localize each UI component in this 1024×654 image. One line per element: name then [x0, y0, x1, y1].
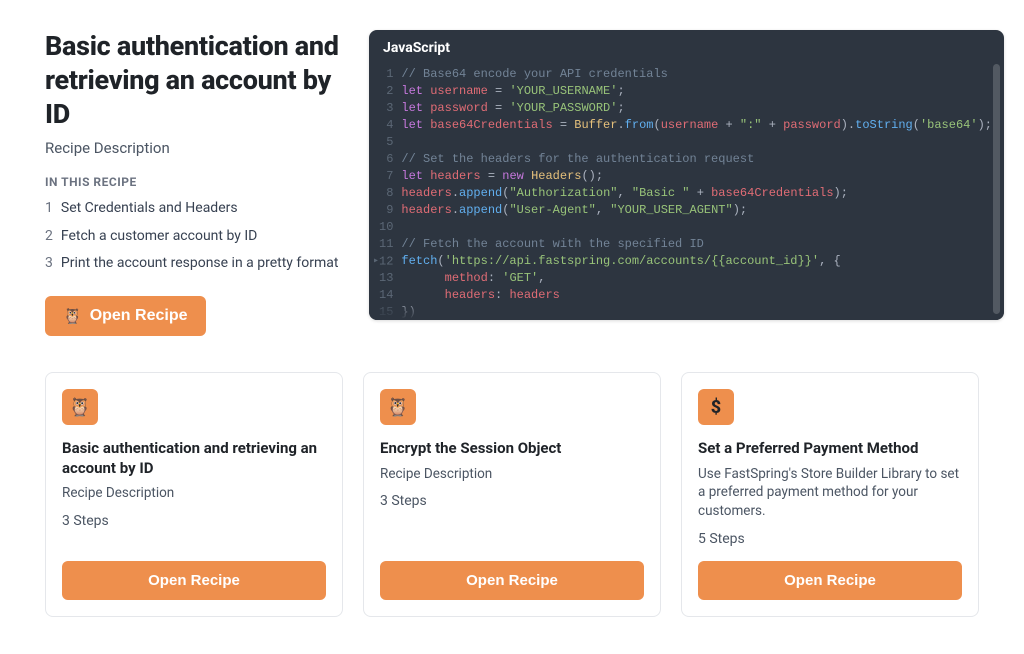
scrollbar-thumb[interactable]: [993, 64, 1000, 314]
code-editor: JavaScript 12345 678910 11▸12131415 // B…: [369, 30, 1004, 320]
step-number: 1: [45, 199, 53, 219]
card-steps: 5 Steps: [698, 531, 962, 547]
card-title: Set a Preferred Payment Method: [698, 439, 962, 459]
line-gutter: 12345 678910 11▸12131415: [369, 66, 401, 320]
owl-icon: 🦉: [380, 389, 416, 425]
card-steps: 3 Steps: [62, 513, 326, 529]
recipe-summary: Basic authentication and retrieving an a…: [45, 30, 345, 336]
code-lines: // Base64 encode your API credentials le…: [401, 66, 1004, 320]
recipe-card: 🦉 Encrypt the Session Object Recipe Desc…: [363, 372, 661, 617]
open-recipe-label: Open Recipe: [90, 307, 188, 325]
step-label: Print the account response in a pretty f…: [61, 254, 339, 274]
recipe-card: $ Set a Preferred Payment Method Use Fas…: [681, 372, 979, 617]
recipe-card: 🦉 Basic authentication and retrieving an…: [45, 372, 343, 617]
in-this-recipe-label: IN THIS RECIPE: [45, 175, 345, 189]
owl-icon: 🦉: [62, 389, 98, 425]
card-description: Recipe Description: [62, 484, 326, 503]
card-title: Encrypt the Session Object: [380, 439, 644, 459]
step-item[interactable]: 1 Set Credentials and Headers: [45, 199, 345, 219]
card-description: Use FastSpring's Store Builder Library t…: [698, 465, 962, 522]
page-title: Basic authentication and retrieving an a…: [45, 30, 345, 131]
open-recipe-button[interactable]: 🦉 Open Recipe: [45, 296, 206, 336]
open-recipe-button[interactable]: Open Recipe: [698, 561, 962, 600]
code-language-tab[interactable]: JavaScript: [369, 30, 1004, 66]
step-item[interactable]: 3 Print the account response in a pretty…: [45, 254, 345, 274]
step-number: 3: [45, 254, 53, 274]
page-subtitle: Recipe Description: [45, 139, 345, 157]
step-item[interactable]: 2 Fetch a customer account by ID: [45, 227, 345, 247]
card-description: Recipe Description: [380, 465, 644, 484]
card-steps: 3 Steps: [380, 493, 644, 509]
step-label: Fetch a customer account by ID: [61, 227, 257, 247]
dollar-icon: $: [698, 389, 734, 425]
steps-list: 1 Set Credentials and Headers 2 Fetch a …: [45, 199, 345, 274]
open-recipe-button[interactable]: Open Recipe: [62, 561, 326, 600]
step-label: Set Credentials and Headers: [61, 199, 238, 219]
step-number: 2: [45, 227, 53, 247]
owl-icon: 🦉: [63, 307, 82, 325]
code-body[interactable]: 12345 678910 11▸12131415 // Base64 encod…: [369, 66, 1004, 320]
recipe-cards-row: 🦉 Basic authentication and retrieving an…: [45, 372, 979, 617]
open-recipe-button[interactable]: Open Recipe: [380, 561, 644, 600]
card-title: Basic authentication and retrieving an a…: [62, 439, 326, 478]
